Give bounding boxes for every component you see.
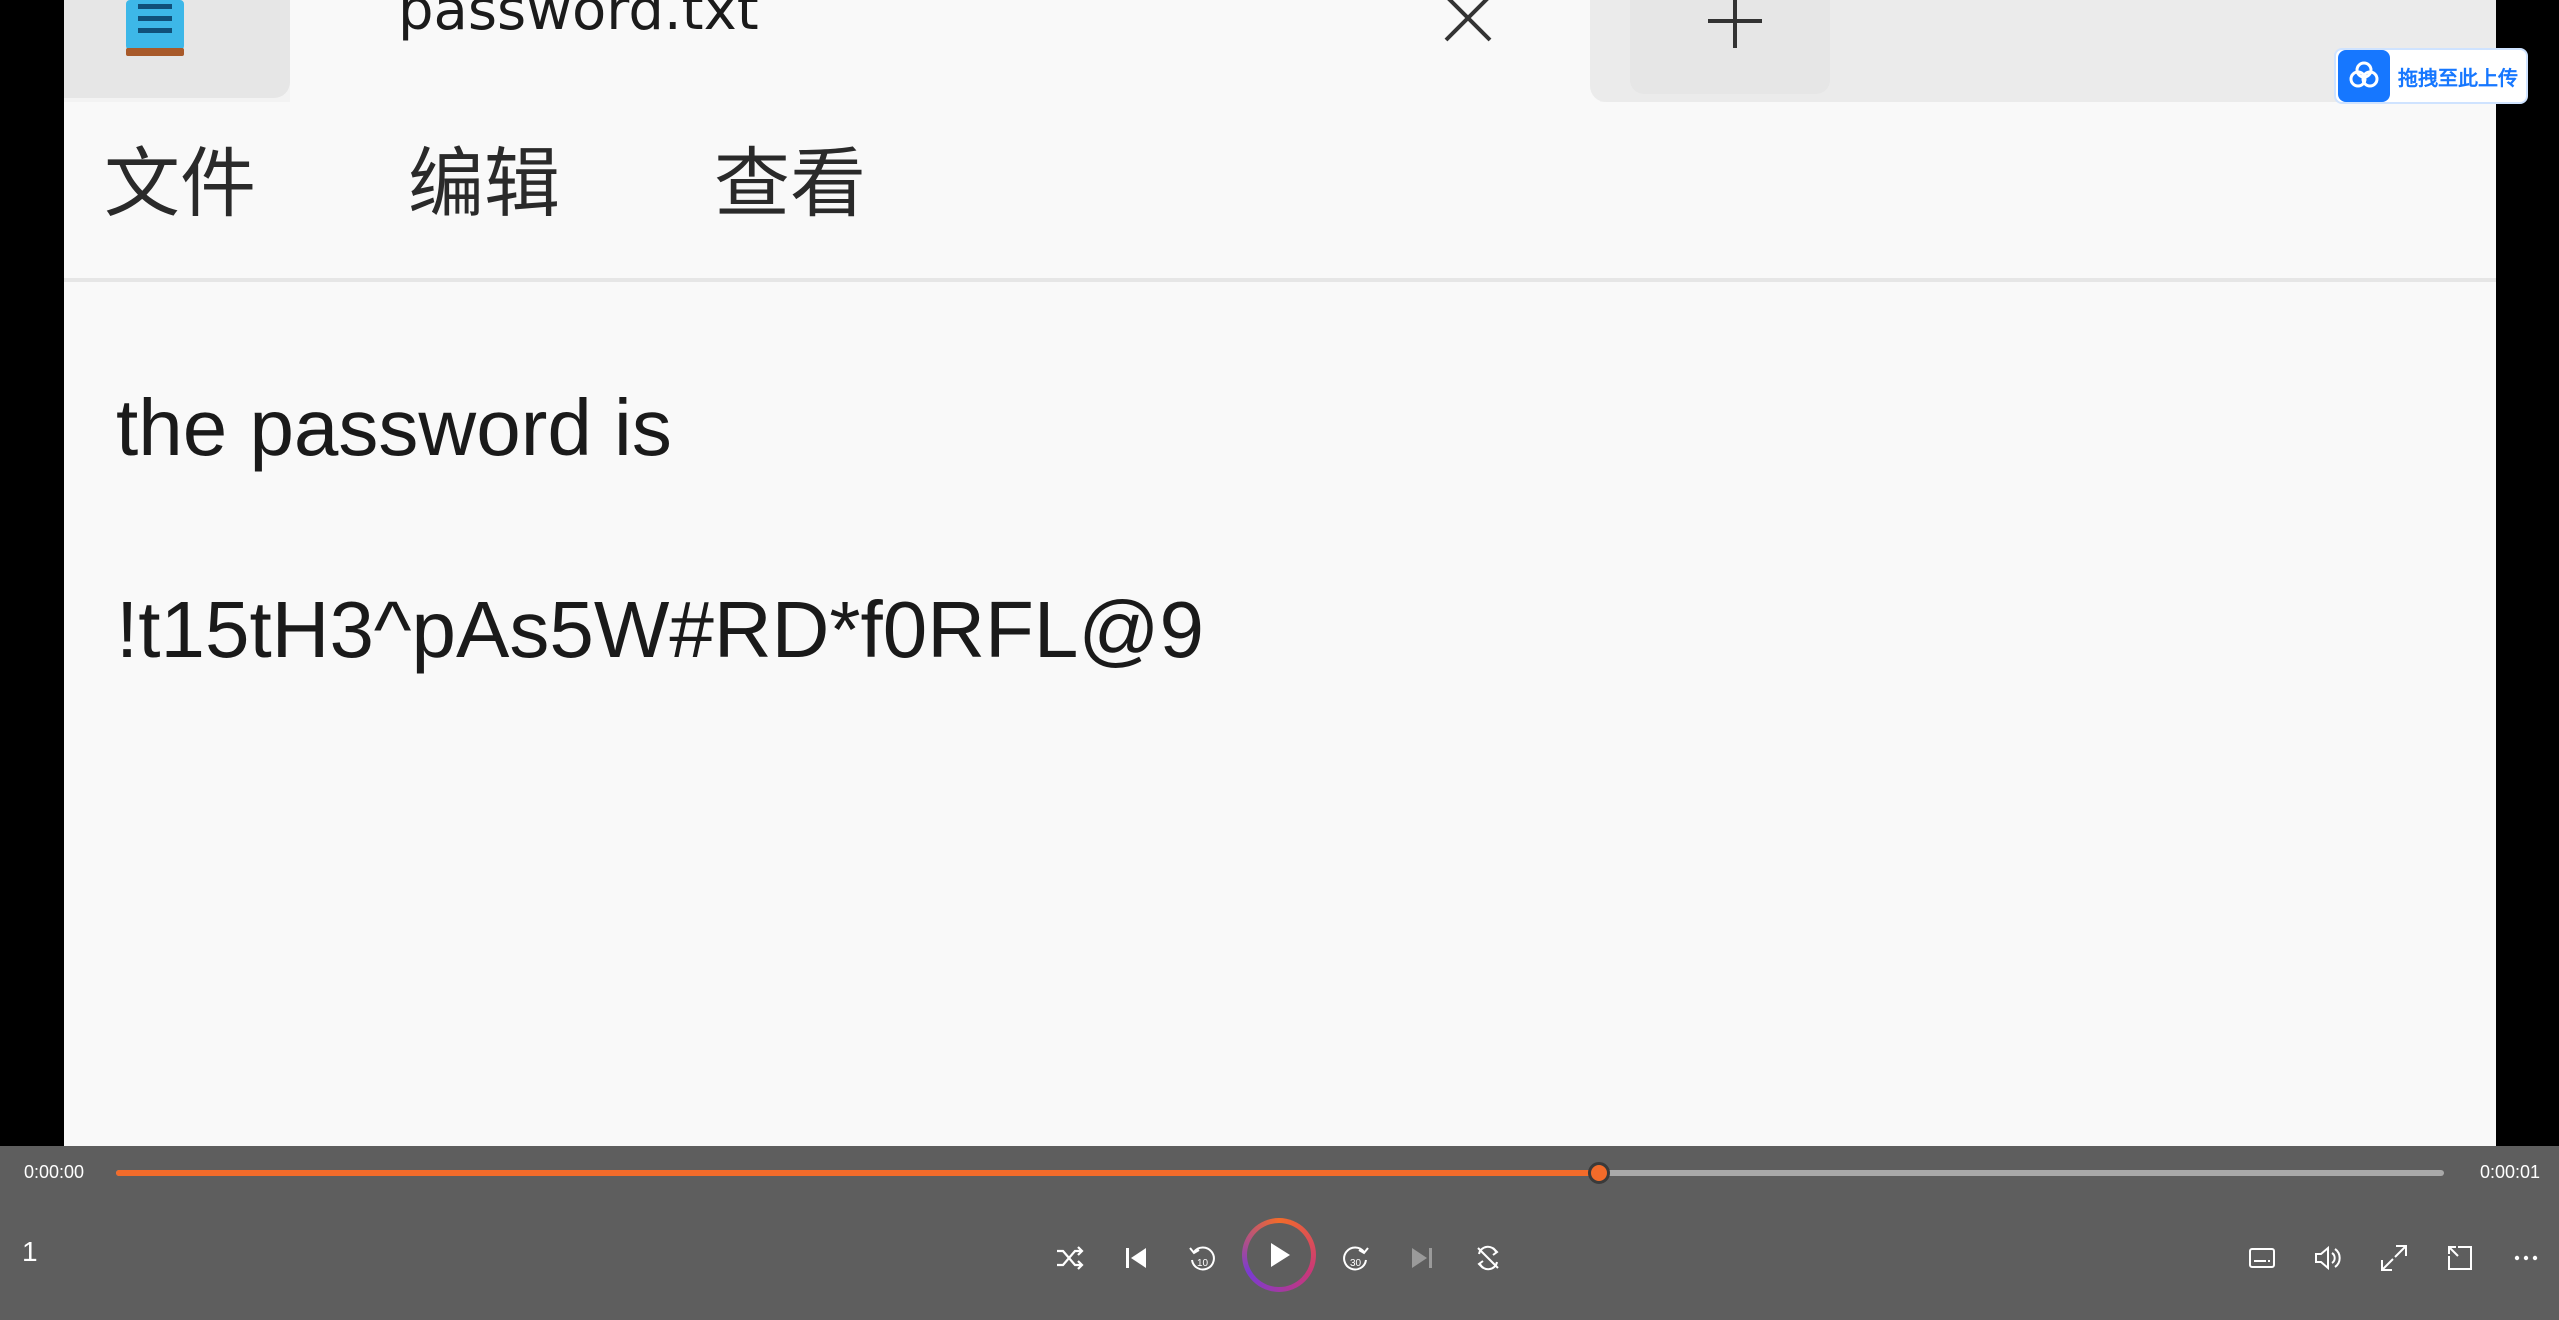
previous-icon [1126, 1248, 1146, 1268]
plus-icon [1708, 0, 1762, 48]
seek-progress [116, 1170, 1599, 1176]
cloud-upload-icon [2338, 50, 2390, 102]
rewind-10-button[interactable]: 10 [1180, 1236, 1224, 1280]
playlist-index: 1 [22, 1236, 38, 1267]
svg-text:30: 30 [1350, 1258, 1362, 1269]
text-line: !t15tH3^pAs5W#RD*f0RFL@9 [116, 585, 1205, 674]
forward-30-button[interactable]: 30 [1334, 1236, 1378, 1280]
close-icon[interactable] [1442, 0, 1494, 44]
shuffle-button[interactable] [1048, 1236, 1092, 1280]
more-icon [2514, 1255, 2538, 1261]
volume-icon [2315, 1245, 2341, 1271]
player-controls: 0:00:00 0:00:01 1 10 30 [0, 1146, 2559, 1320]
menu-edit[interactable]: 编辑 [408, 146, 560, 222]
menu-file[interactable]: 文件 [104, 146, 256, 222]
tab-title: password.txt [398, 0, 759, 43]
more-options-button[interactable] [2504, 1236, 2548, 1280]
subtitles-button[interactable] [2240, 1236, 2284, 1280]
notepad-icon [126, 0, 184, 56]
shuffle-icon [1057, 1246, 1084, 1270]
new-tab-button[interactable] [1630, 0, 1830, 94]
time-current: 0:00:00 [24, 1162, 85, 1182]
play-icon [1271, 1243, 1290, 1267]
mini-player-button[interactable] [2438, 1236, 2482, 1280]
text-line: the password is [116, 383, 672, 472]
tab-password-txt[interactable]: password.txt [290, 0, 1600, 102]
fullscreen-button[interactable] [2372, 1236, 2416, 1280]
notepad-tab-bar: password.txt [64, 0, 2496, 102]
play-button[interactable] [1242, 1218, 1316, 1292]
volume-button[interactable] [2306, 1236, 2350, 1280]
media-player-window: password.txt 文件 编辑 查看 the password is !t… [0, 0, 2559, 1320]
repeat-button[interactable] [1466, 1236, 1510, 1280]
video-frame[interactable]: password.txt 文件 编辑 查看 the password is !t… [64, 0, 2496, 1146]
next-button[interactable] [1400, 1236, 1444, 1280]
next-icon [1412, 1248, 1432, 1268]
mini-player-icon [2448, 1246, 2472, 1270]
subtitles-icon [2249, 1248, 2275, 1268]
forward-30-icon: 30 [1343, 1246, 1369, 1271]
time-total: 0:00:01 [2480, 1162, 2541, 1182]
notepad-app-tab [64, 0, 290, 98]
upload-label: 拖拽至此上传 [2398, 65, 2518, 90]
previous-button[interactable] [1114, 1236, 1158, 1280]
upload-drop-badge[interactable]: 拖拽至此上传 [2334, 48, 2528, 104]
fullscreen-icon [2381, 1245, 2407, 1271]
play-button-inner [1247, 1223, 1311, 1287]
notepad-menu-bar: 文件 编辑 查看 [64, 102, 2496, 282]
rewind-10-icon: 10 [1189, 1246, 1215, 1271]
seek-thumb[interactable] [1587, 1162, 1610, 1184]
seek-bar[interactable] [116, 1162, 2444, 1184]
menu-view[interactable]: 查看 [714, 146, 866, 222]
repeat-off-icon [1477, 1245, 1499, 1271]
svg-text:10: 10 [1197, 1258, 1209, 1269]
notepad-text-area: the password is !t15tH3^pAs5W#RD*f0RFL@9 [64, 282, 2496, 1146]
